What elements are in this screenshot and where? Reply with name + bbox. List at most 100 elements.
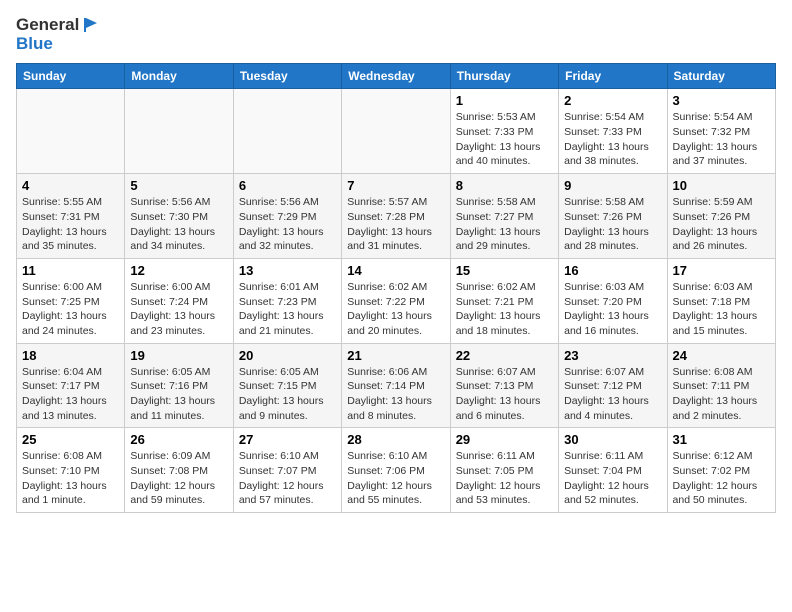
header: General Blue xyxy=(16,16,776,53)
day-number: 28 xyxy=(347,432,444,447)
day-info: Sunrise: 5:56 AM Sunset: 7:30 PM Dayligh… xyxy=(130,196,215,252)
day-number: 24 xyxy=(673,348,770,363)
day-info: Sunrise: 6:11 AM Sunset: 7:05 PM Dayligh… xyxy=(456,450,541,506)
day-info: Sunrise: 6:04 AM Sunset: 7:17 PM Dayligh… xyxy=(22,366,107,422)
calendar-cell: 8Sunrise: 5:58 AM Sunset: 7:27 PM Daylig… xyxy=(450,174,558,259)
calendar-cell: 31 Sunrise: 6:12 AM Sunset: 7:02 PM Dayli… xyxy=(667,428,775,513)
calendar-cell: 10 Sunrise: 5:59 AM Sunset: 7:26 PM Dayli… xyxy=(667,174,775,259)
day-number: 17 xyxy=(673,263,770,278)
day-info: Sunrise: 5:54 AM Sunset: 7:32 PM Dayligh… xyxy=(673,111,758,167)
day-number: 25 xyxy=(22,432,119,447)
calendar-week-2: 4 Sunrise: 5:55 AM Sunset: 7:31 PM Daylig… xyxy=(17,174,776,259)
day-info: Sunrise: 6:02 AM Sunset: 7:21 PM Dayligh… xyxy=(456,281,541,337)
day-number: 23 xyxy=(564,348,661,363)
calendar-cell: 7Sunrise: 5:57 AM Sunset: 7:28 PM Daylig… xyxy=(342,174,450,259)
calendar-week-5: 25 Sunrise: 6:08 AM Sunset: 7:10 PM Dayli… xyxy=(17,428,776,513)
day-info: Sunrise: 6:00 AM Sunset: 7:25 PM Dayligh… xyxy=(22,281,107,337)
day-number: 12 xyxy=(130,263,227,278)
day-number: 30 xyxy=(564,432,661,447)
calendar-body: 1 Sunrise: 5:53 AM Sunset: 7:33 PM Daylig… xyxy=(17,89,776,513)
day-info: Sunrise: 6:08 AM Sunset: 7:11 PM Dayligh… xyxy=(673,366,758,422)
day-number: 27 xyxy=(239,432,336,447)
logo: General Blue xyxy=(16,16,97,53)
day-info: Sunrise: 6:07 AM Sunset: 7:12 PM Dayligh… xyxy=(564,366,649,422)
day-number: 20 xyxy=(239,348,336,363)
day-info: Sunrise: 6:00 AM Sunset: 7:24 PM Dayligh… xyxy=(130,281,215,337)
day-info: Sunrise: 5:59 AM Sunset: 7:26 PM Dayligh… xyxy=(673,196,758,252)
day-number: 15 xyxy=(456,263,553,278)
header-day-tuesday: Tuesday xyxy=(233,64,341,89)
day-number: 19 xyxy=(130,348,227,363)
day-number: 21 xyxy=(347,348,444,363)
logo-general-text: General xyxy=(16,16,79,35)
calendar-cell: 17 Sunrise: 6:03 AM Sunset: 7:18 PM Dayli… xyxy=(667,258,775,343)
header-day-sunday: Sunday xyxy=(17,64,125,89)
day-info: Sunrise: 6:09 AM Sunset: 7:08 PM Dayligh… xyxy=(130,450,215,506)
day-number: 2 xyxy=(564,93,661,108)
calendar-cell: 20 Sunrise: 6:05 AM Sunset: 7:15 PM Dayli… xyxy=(233,343,341,428)
day-info: Sunrise: 5:58 AM Sunset: 7:26 PM Dayligh… xyxy=(564,196,649,252)
calendar-cell: 24 Sunrise: 6:08 AM Sunset: 7:11 PM Dayli… xyxy=(667,343,775,428)
day-number: 26 xyxy=(130,432,227,447)
calendar-cell xyxy=(342,89,450,174)
day-info: Sunrise: 6:03 AM Sunset: 7:18 PM Dayligh… xyxy=(673,281,758,337)
calendar-cell: 29 Sunrise: 6:11 AM Sunset: 7:05 PM Dayli… xyxy=(450,428,558,513)
day-info: Sunrise: 6:03 AM Sunset: 7:20 PM Dayligh… xyxy=(564,281,649,337)
day-info: Sunrise: 5:53 AM Sunset: 7:33 PM Dayligh… xyxy=(456,111,541,167)
day-number: 14 xyxy=(347,263,444,278)
day-info: Sunrise: 5:57 AM Sunset: 7:28 PM Dayligh… xyxy=(347,196,432,252)
day-number: 13 xyxy=(239,263,336,278)
calendar-cell: 5 Sunrise: 5:56 AM Sunset: 7:30 PM Daylig… xyxy=(125,174,233,259)
day-number: 6 xyxy=(239,178,336,193)
day-info: Sunrise: 5:58 AM Sunset: 7:27 PM Dayligh… xyxy=(456,196,541,252)
calendar-cell: 27 Sunrise: 6:10 AM Sunset: 7:07 PM Dayli… xyxy=(233,428,341,513)
day-info: Sunrise: 5:55 AM Sunset: 7:31 PM Dayligh… xyxy=(22,196,107,252)
day-number: 18 xyxy=(22,348,119,363)
day-number: 9 xyxy=(564,178,661,193)
day-info: Sunrise: 5:56 AM Sunset: 7:29 PM Dayligh… xyxy=(239,196,324,252)
day-info: Sunrise: 6:10 AM Sunset: 7:07 PM Dayligh… xyxy=(239,450,324,506)
calendar-cell: 18 Sunrise: 6:04 AM Sunset: 7:17 PM Dayli… xyxy=(17,343,125,428)
day-info: Sunrise: 6:12 AM Sunset: 7:02 PM Dayligh… xyxy=(673,450,758,506)
day-number: 1 xyxy=(456,93,553,108)
day-number: 5 xyxy=(130,178,227,193)
header-day-thursday: Thursday xyxy=(450,64,558,89)
header-day-saturday: Saturday xyxy=(667,64,775,89)
day-info: Sunrise: 6:05 AM Sunset: 7:15 PM Dayligh… xyxy=(239,366,324,422)
calendar-cell: 9 Sunrise: 5:58 AM Sunset: 7:26 PM Daylig… xyxy=(559,174,667,259)
calendar-cell: 1 Sunrise: 5:53 AM Sunset: 7:33 PM Daylig… xyxy=(450,89,558,174)
calendar-table: SundayMondayTuesdayWednesdayThursdayFrid… xyxy=(16,63,776,513)
header-day-monday: Monday xyxy=(125,64,233,89)
day-number: 29 xyxy=(456,432,553,447)
header-day-wednesday: Wednesday xyxy=(342,64,450,89)
day-info: Sunrise: 6:11 AM Sunset: 7:04 PM Dayligh… xyxy=(564,450,649,506)
day-info: Sunrise: 6:10 AM Sunset: 7:06 PM Dayligh… xyxy=(347,450,432,506)
calendar-cell xyxy=(125,89,233,174)
calendar-cell: 30 Sunrise: 6:11 AM Sunset: 7:04 PM Dayli… xyxy=(559,428,667,513)
day-info: Sunrise: 6:01 AM Sunset: 7:23 PM Dayligh… xyxy=(239,281,324,337)
calendar-cell: 25 Sunrise: 6:08 AM Sunset: 7:10 PM Dayli… xyxy=(17,428,125,513)
calendar-cell: 13 Sunrise: 6:01 AM Sunset: 7:23 PM Dayli… xyxy=(233,258,341,343)
day-number: 16 xyxy=(564,263,661,278)
day-info: Sunrise: 6:08 AM Sunset: 7:10 PM Dayligh… xyxy=(22,450,107,506)
calendar-cell: 3 Sunrise: 5:54 AM Sunset: 7:32 PM Daylig… xyxy=(667,89,775,174)
calendar-cell: 16 Sunrise: 6:03 AM Sunset: 7:20 PM Dayli… xyxy=(559,258,667,343)
day-number: 4 xyxy=(22,178,119,193)
calendar-cell: 28 Sunrise: 6:10 AM Sunset: 7:06 PM Dayli… xyxy=(342,428,450,513)
day-info: Sunrise: 6:06 AM Sunset: 7:14 PM Dayligh… xyxy=(347,366,432,422)
calendar-cell xyxy=(17,89,125,174)
calendar-cell: 2 Sunrise: 5:54 AM Sunset: 7:33 PM Daylig… xyxy=(559,89,667,174)
day-number: 31 xyxy=(673,432,770,447)
logo-blue-text: Blue xyxy=(16,35,53,54)
day-number: 3 xyxy=(673,93,770,108)
calendar-week-1: 1 Sunrise: 5:53 AM Sunset: 7:33 PM Daylig… xyxy=(17,89,776,174)
calendar-cell: 4 Sunrise: 5:55 AM Sunset: 7:31 PM Daylig… xyxy=(17,174,125,259)
calendar-cell: 14 Sunrise: 6:02 AM Sunset: 7:22 PM Dayli… xyxy=(342,258,450,343)
calendar-cell: 21 Sunrise: 6:06 AM Sunset: 7:14 PM Dayli… xyxy=(342,343,450,428)
calendar-cell: 19 Sunrise: 6:05 AM Sunset: 7:16 PM Dayli… xyxy=(125,343,233,428)
calendar-cell: 15 Sunrise: 6:02 AM Sunset: 7:21 PM Dayli… xyxy=(450,258,558,343)
day-info: Sunrise: 6:02 AM Sunset: 7:22 PM Dayligh… xyxy=(347,281,432,337)
day-info: Sunrise: 6:05 AM Sunset: 7:16 PM Dayligh… xyxy=(130,366,215,422)
day-info: Sunrise: 5:54 AM Sunset: 7:33 PM Dayligh… xyxy=(564,111,649,167)
day-number: 10 xyxy=(673,178,770,193)
